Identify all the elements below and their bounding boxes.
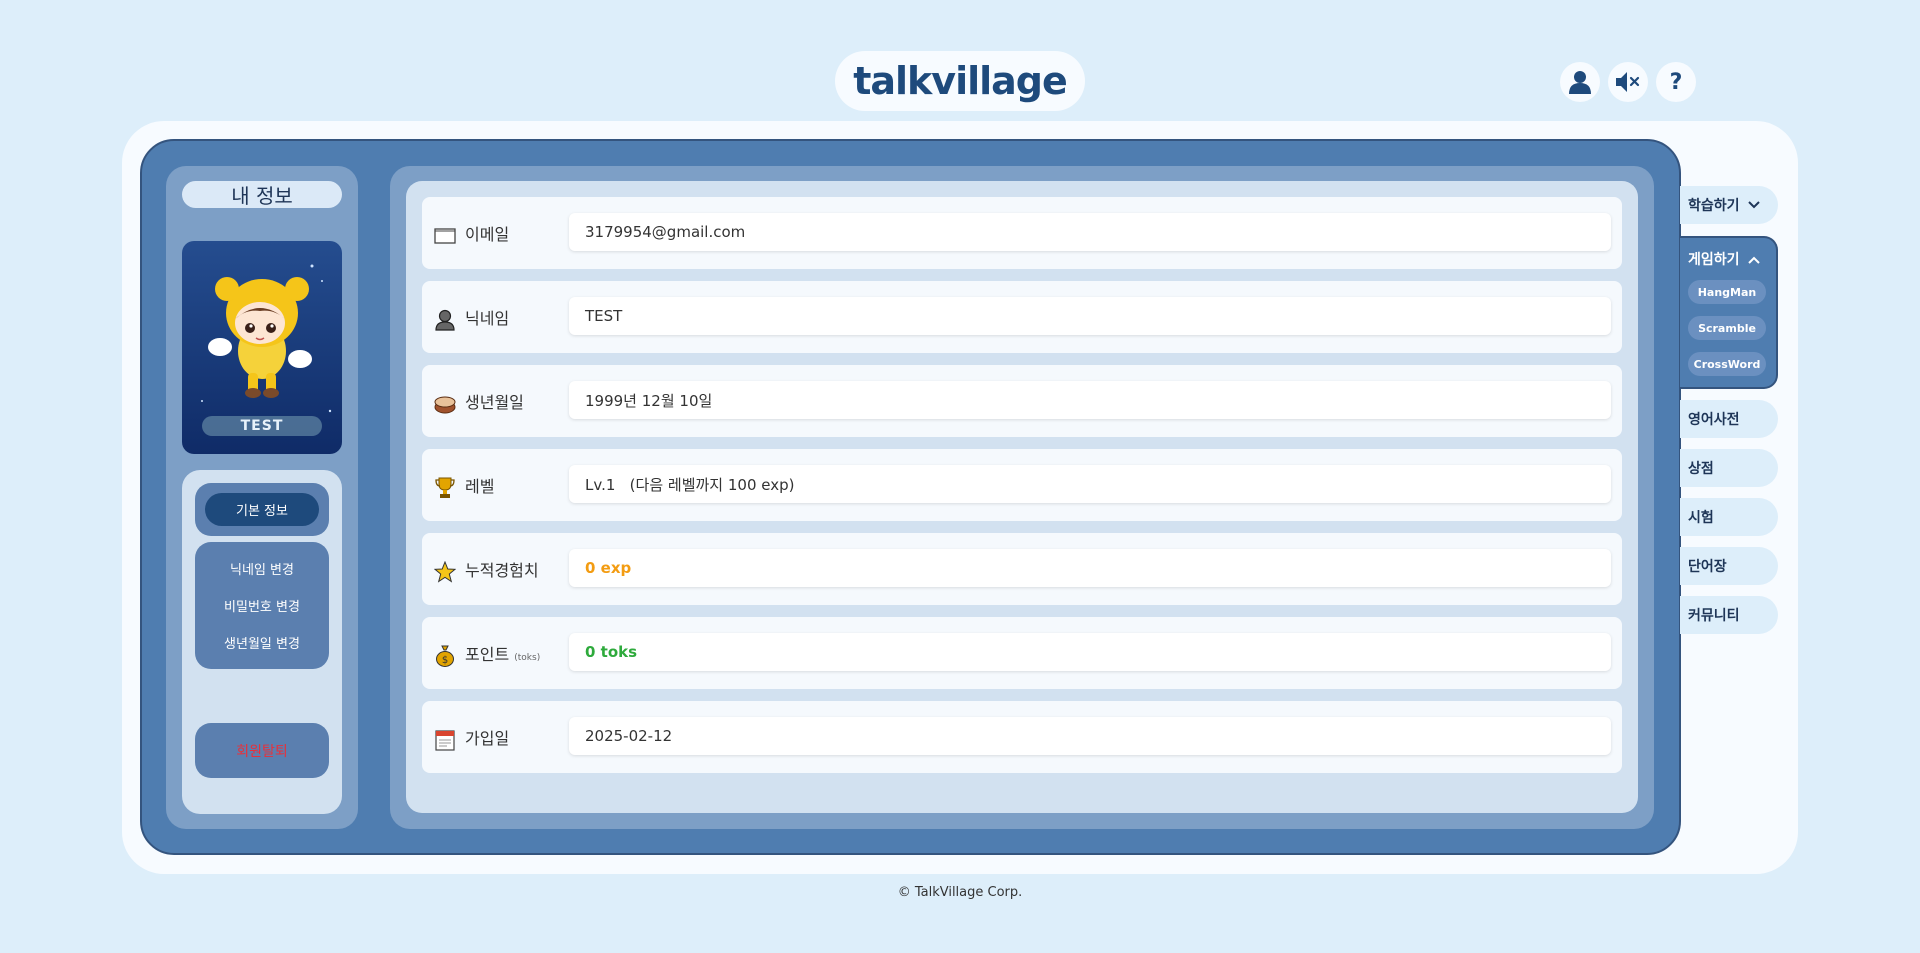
info-row-birthday: 생년월일 1999년 12월 10일 bbox=[422, 365, 1622, 437]
points-unit: (toks) bbox=[514, 653, 541, 663]
change-password-button[interactable]: 비밀번호 변경 bbox=[195, 596, 329, 615]
nickname-value: TEST bbox=[569, 297, 1611, 335]
nav-game-crossword[interactable]: CrossWord bbox=[1688, 352, 1766, 376]
exp-label: 누적경험치 bbox=[465, 561, 539, 580]
info-row-points: $ 포인트 (toks) 0 toks bbox=[422, 617, 1622, 689]
info-row-exp: 누적경험치 0 exp bbox=[422, 533, 1622, 605]
logo-text: talkvillage bbox=[853, 59, 1068, 103]
svg-text:$: $ bbox=[442, 655, 448, 666]
info-row-nickname: 닉네임 TEST bbox=[422, 281, 1622, 353]
avatar-name: TEST bbox=[202, 416, 322, 436]
nav-game-label: 게임하기 bbox=[1688, 252, 1740, 268]
nav-dictionary-label: 영어사전 bbox=[1688, 412, 1740, 428]
mail-icon bbox=[434, 225, 456, 247]
info-row-joined: 가입일 2025-02-12 bbox=[422, 701, 1622, 773]
person-icon bbox=[434, 309, 456, 331]
nav-game-scramble[interactable]: Scramble bbox=[1688, 316, 1766, 340]
change-birthday-button[interactable]: 생년월일 변경 bbox=[195, 633, 329, 652]
footer: © TalkVillage Corp. bbox=[897, 885, 1023, 900]
panel-title: 내 정보 bbox=[182, 181, 342, 208]
info-row-email: 이메일 3179954@gmail.com bbox=[422, 197, 1622, 269]
nav-community-label: 커뮤니티 bbox=[1688, 608, 1740, 624]
nav-study[interactable]: 학습하기 bbox=[1680, 186, 1778, 224]
top-icon-bar: ? bbox=[1560, 62, 1696, 102]
birthday-value: 1999년 12월 10일 bbox=[569, 381, 1611, 419]
money-bag-icon: $ bbox=[434, 645, 456, 667]
nav-community[interactable]: 커뮤니티 bbox=[1680, 596, 1778, 634]
chevron-up-icon bbox=[1748, 256, 1761, 264]
nav-study-label: 학습하기 bbox=[1688, 198, 1740, 214]
nav-wordbook-label: 단어장 bbox=[1688, 559, 1727, 575]
exp-value: 0 exp bbox=[569, 549, 1611, 587]
exp-amount: 0 exp bbox=[585, 559, 632, 577]
nav-game-hangman[interactable]: HangMan bbox=[1688, 280, 1766, 304]
star-icon bbox=[434, 561, 456, 583]
level-label: 레벨 bbox=[465, 477, 495, 496]
nav-wordbook[interactable]: 단어장 bbox=[1680, 547, 1778, 585]
nav-shop-label: 상점 bbox=[1688, 461, 1714, 477]
chevron-down-icon bbox=[1747, 201, 1760, 209]
logo[interactable]: talkvillage bbox=[835, 51, 1085, 111]
basic-info-wrap: 기본 정보 bbox=[195, 483, 329, 536]
withdraw-button[interactable]: 회원탈퇴 bbox=[195, 723, 329, 778]
info-row-level: 레벨 Lv.1 (다음 레벨까지 100 exp) bbox=[422, 449, 1622, 521]
cake-icon bbox=[434, 393, 456, 415]
nickname-label: 닉네임 bbox=[465, 309, 510, 328]
level-value: Lv.1 (다음 레벨까지 100 exp) bbox=[569, 465, 1611, 503]
nav-exam-label: 시험 bbox=[1688, 510, 1714, 526]
avatar-card: TEST bbox=[182, 241, 342, 454]
nav-game-header[interactable]: 게임하기 bbox=[1688, 249, 1761, 269]
points-value: 0 toks bbox=[569, 633, 1611, 671]
change-nickname-button[interactable]: 닉네임 변경 bbox=[195, 559, 329, 578]
help-icon[interactable]: ? bbox=[1656, 62, 1696, 102]
birthday-label: 생년월일 bbox=[465, 393, 524, 412]
nav-dictionary[interactable]: 영어사전 bbox=[1680, 400, 1778, 438]
change-menu: 닉네임 변경 비밀번호 변경 생년월일 변경 bbox=[195, 542, 329, 669]
nav-shop[interactable]: 상점 bbox=[1680, 449, 1778, 487]
joined-label: 가입일 bbox=[465, 729, 510, 748]
basic-info-button[interactable]: 기본 정보 bbox=[205, 493, 319, 526]
calendar-icon bbox=[434, 729, 456, 751]
nav-game[interactable]: 게임하기 HangMan Scramble CrossWord bbox=[1680, 236, 1778, 389]
points-label-text: 포인트 bbox=[465, 645, 510, 664]
email-label: 이메일 bbox=[465, 225, 510, 244]
trophy-icon bbox=[434, 477, 456, 499]
joined-value: 2025-02-12 bbox=[569, 717, 1611, 755]
points-amount: 0 toks bbox=[585, 643, 638, 661]
nav-exam[interactable]: 시험 bbox=[1680, 498, 1778, 536]
points-label: 포인트 (toks) bbox=[465, 641, 540, 665]
help-glyph: ? bbox=[1669, 69, 1683, 95]
user-icon[interactable] bbox=[1560, 62, 1600, 102]
email-value: 3179954@gmail.com bbox=[569, 213, 1611, 251]
mute-icon[interactable] bbox=[1608, 62, 1648, 102]
